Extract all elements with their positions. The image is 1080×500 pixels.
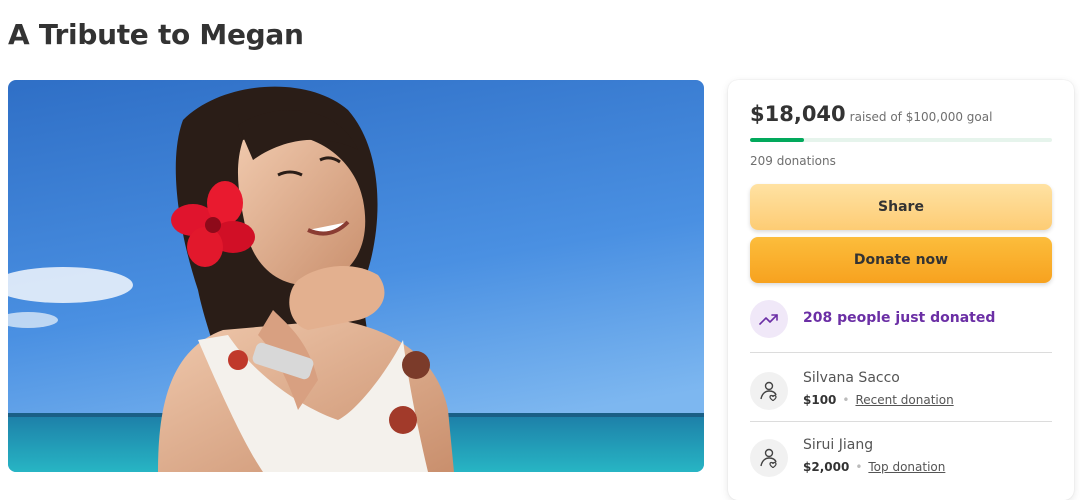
donor-amount: $2,000 (803, 460, 850, 474)
hero-photo (8, 80, 704, 472)
progress-bar (750, 138, 1052, 142)
recent-activity-text[interactable]: 208 people just donated (803, 310, 995, 326)
top-donation-link[interactable]: Top donation (868, 460, 945, 474)
donor-meta: $2,000 • Top donation (803, 460, 945, 474)
donor-meta: $100 • Recent donation (803, 393, 954, 407)
donation-card: $18,040 raised of $100,000 goal 209 donat… (728, 80, 1074, 500)
raised-summary: $18,040 raised of $100,000 goal (750, 102, 992, 126)
donor-amount: $100 (803, 393, 837, 407)
share-button[interactable]: Share (750, 184, 1052, 230)
donor-name: Silvana Sacco (803, 370, 900, 386)
heart-hand-icon (750, 439, 788, 477)
donor-name: Sirui Jiang (803, 437, 874, 453)
goal-text: raised of $100,000 goal (849, 110, 993, 124)
recent-donation-link[interactable]: Recent donation (855, 393, 953, 407)
separator-dot: • (855, 460, 863, 474)
donate-now-button[interactable]: Donate now (750, 237, 1052, 283)
trending-up-icon (750, 300, 788, 338)
heart-hand-icon (750, 372, 788, 410)
divider (750, 352, 1052, 353)
progress-fill (750, 138, 805, 142)
recent-activity: 208 people just donated (750, 298, 1052, 338)
donations-count: 209 donations (750, 154, 836, 168)
divider (750, 421, 1052, 422)
separator-dot: • (842, 393, 850, 407)
page-title: A Tribute to Megan (8, 18, 304, 51)
donor-item: Sirui Jiang $2,000 • Top donation (750, 437, 1052, 497)
raised-amount: $18,040 (750, 102, 846, 126)
